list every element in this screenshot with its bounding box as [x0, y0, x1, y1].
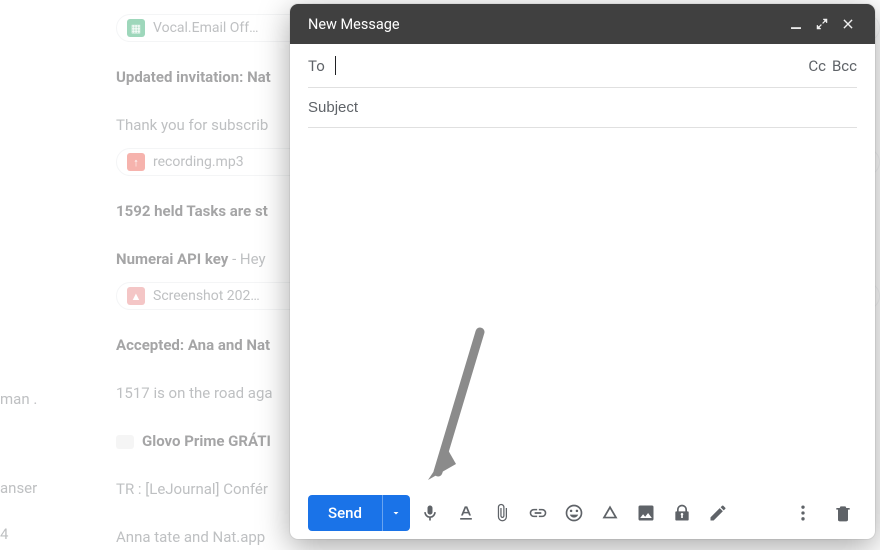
inbox-row-snippet: - Hey: [228, 250, 265, 268]
emoji-icon[interactable]: [558, 495, 590, 531]
to-field-row: To Cc Bcc: [308, 44, 857, 88]
image-file-icon: ▲: [127, 287, 145, 305]
more-options-icon[interactable]: [785, 495, 821, 531]
close-button[interactable]: [835, 11, 861, 37]
expand-button[interactable]: [809, 11, 835, 37]
chip-label: recording.mp3: [153, 154, 244, 170]
compose-header: New Message: [290, 4, 875, 44]
audio-file-icon: ↑: [127, 153, 145, 171]
message-body[interactable]: [290, 128, 875, 487]
inbox-row-subject-text: Glovo Prime GRÁTI: [142, 432, 271, 450]
sheets-icon: ▦: [127, 19, 145, 37]
send-split-button: Send: [308, 495, 410, 531]
send-button-label: Send: [328, 504, 362, 522]
compose-title: New Message: [308, 16, 783, 33]
attach-file-icon[interactable]: [486, 495, 518, 531]
insert-photo-icon[interactable]: [630, 495, 662, 531]
sender-fragment: 4: [0, 525, 8, 543]
chip-label: Vocal.Email Off…: [153, 20, 259, 36]
chip-label: Screenshot 202…: [153, 288, 260, 304]
sender-fragment: man .: [0, 390, 37, 408]
insert-link-icon[interactable]: [522, 495, 554, 531]
minimize-button[interactable]: [783, 11, 809, 37]
sender-fragment: anser: [0, 479, 37, 497]
microphone-icon[interactable]: [414, 495, 446, 531]
confidential-mode-icon[interactable]: [666, 495, 698, 531]
formatting-icon[interactable]: [450, 495, 482, 531]
send-options-button[interactable]: [382, 495, 410, 531]
bcc-toggle[interactable]: Bcc: [832, 57, 857, 75]
to-input[interactable]: [336, 57, 803, 74]
compose-toolbar: Send: [290, 487, 875, 539]
to-label: To: [308, 57, 335, 75]
ink-signature-icon[interactable]: [702, 495, 734, 531]
compose-window: New Message To Cc Bcc Send: [290, 4, 875, 539]
drive-icon[interactable]: [594, 495, 626, 531]
discard-draft-icon[interactable]: [825, 495, 861, 531]
subject-input[interactable]: [308, 99, 857, 116]
cc-toggle[interactable]: Cc: [808, 57, 826, 75]
subject-field-row: [308, 88, 857, 128]
glovo-icon: [116, 435, 134, 449]
inbox-row-subject-part: Numerai API key: [116, 250, 228, 268]
send-button[interactable]: Send: [308, 495, 382, 531]
